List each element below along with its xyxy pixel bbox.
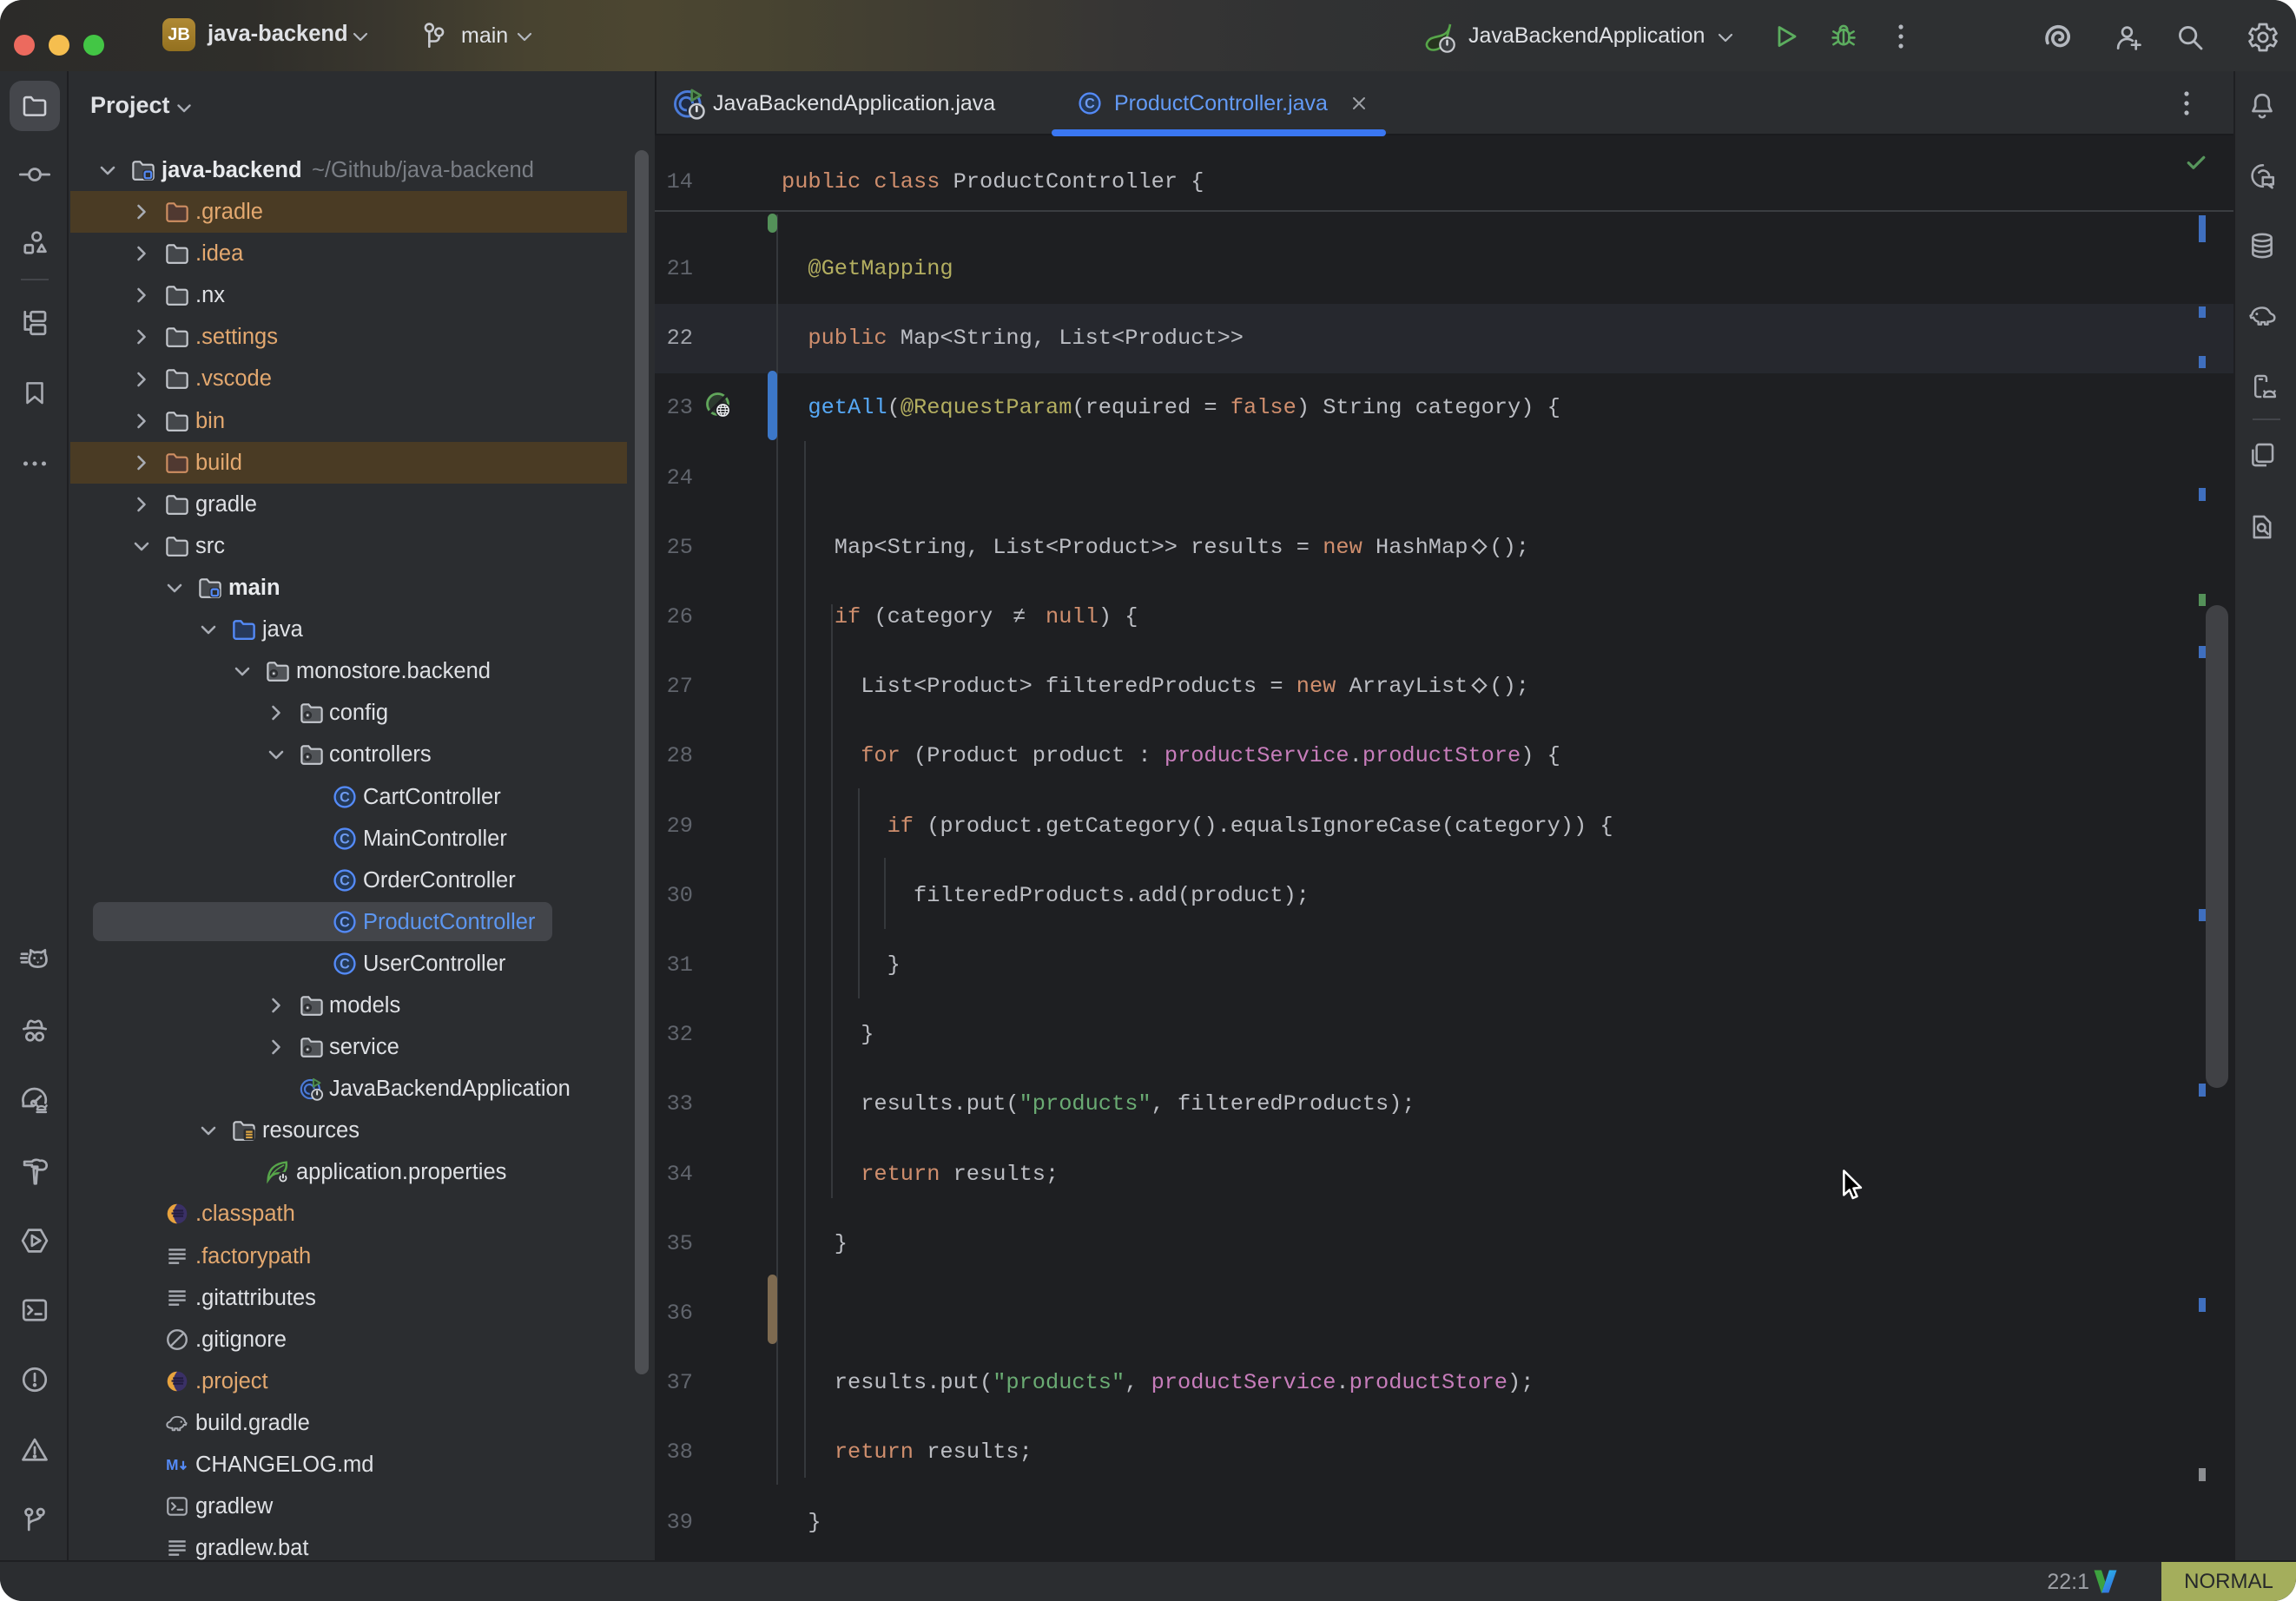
svg-text:M: M: [166, 1456, 178, 1473]
svg-text:C: C: [340, 914, 350, 930]
svg-text:C: C: [1085, 96, 1095, 111]
svg-text:C: C: [340, 873, 350, 888]
svg-text:C: C: [340, 831, 350, 847]
svg-text:C: C: [340, 789, 350, 805]
svg-text:C: C: [340, 956, 350, 972]
